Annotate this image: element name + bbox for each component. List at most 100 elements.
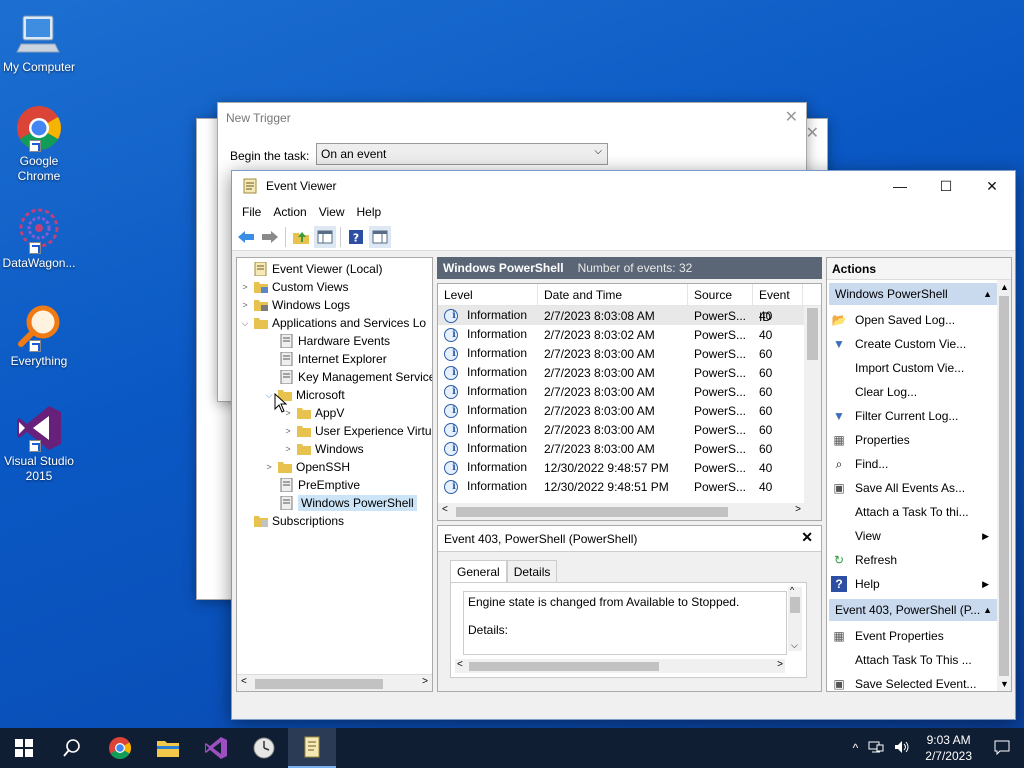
forward-button[interactable] bbox=[259, 226, 281, 248]
taskbar-file-explorer[interactable] bbox=[144, 728, 192, 768]
action-item[interactable]: View ▶ bbox=[827, 524, 995, 548]
close-button[interactable]: ✕ bbox=[969, 171, 1015, 201]
close-icon[interactable]: ✕ bbox=[785, 103, 798, 133]
vertical-scrollbar[interactable]: ▲ ▼ bbox=[997, 280, 1011, 691]
table-row[interactable]: i Information 2/7/2023 8:03:00 AM PowerS...… bbox=[438, 420, 821, 439]
table-row[interactable]: i Information 2/7/2023 8:03:00 AM PowerS...… bbox=[438, 344, 821, 363]
action-item[interactable]: ↻ Refresh bbox=[827, 548, 995, 572]
column-date-time[interactable]: Date and Time bbox=[538, 284, 688, 306]
tree-item-root[interactable]: Event Viewer (Local) bbox=[237, 260, 432, 278]
action-item[interactable]: Attach Task To This ... bbox=[827, 648, 995, 672]
tree-item-openssh[interactable]: > OpenSSH bbox=[237, 458, 432, 476]
scroll-thumb[interactable] bbox=[790, 597, 800, 613]
table-row[interactable]: i Information 2/7/2023 8:03:02 AM PowerS...… bbox=[438, 325, 821, 344]
vertical-scrollbar[interactable]: ^ ⌵ bbox=[788, 585, 802, 651]
actions-section-event[interactable]: Event 403, PowerShell (P... ▲ bbox=[829, 599, 997, 621]
show-action-pane-button[interactable] bbox=[369, 225, 391, 248]
menu-action[interactable]: Action bbox=[267, 205, 312, 219]
scroll-right-icon[interactable]: > bbox=[795, 504, 801, 515]
close-icon[interactable]: ✕ bbox=[801, 529, 813, 546]
table-row[interactable]: i Information 2/7/2023 8:03:00 AM PowerS...… bbox=[438, 401, 821, 420]
vertical-scrollbar[interactable] bbox=[804, 306, 821, 503]
menu-help[interactable]: Help bbox=[351, 205, 388, 219]
menu-view[interactable]: View bbox=[313, 205, 351, 219]
scroll-up-icon[interactable]: ^ bbox=[790, 585, 794, 595]
tree-item-appv[interactable]: > AppV bbox=[237, 404, 432, 422]
action-item[interactable]: ⌕ Find... bbox=[827, 452, 995, 476]
chevron-right-icon[interactable]: > bbox=[282, 426, 294, 436]
back-button[interactable] bbox=[235, 226, 257, 248]
table-row[interactable]: i Information 12/30/2022 9:48:51 PM PowerS.… bbox=[438, 477, 821, 496]
tree-item-preemptive[interactable]: PreEmptive bbox=[237, 476, 432, 494]
chevron-right-icon[interactable]: > bbox=[263, 462, 275, 472]
taskbar-task-scheduler[interactable] bbox=[240, 728, 288, 768]
action-item[interactable]: ▦ Event Properties bbox=[827, 624, 995, 648]
scroll-left-icon[interactable]: < bbox=[457, 659, 463, 670]
table-row[interactable]: i Information 12/30/2022 9:48:57 PM PowerS.… bbox=[438, 458, 821, 477]
speaker-icon[interactable] bbox=[889, 740, 915, 757]
clock[interactable]: 9:03 AM 2/7/2023 bbox=[915, 732, 982, 764]
chevron-right-icon[interactable]: > bbox=[239, 300, 251, 310]
maximize-button[interactable]: ☐ bbox=[923, 171, 969, 201]
collapse-icon[interactable]: ▲ bbox=[983, 599, 992, 621]
column-level[interactable]: Level bbox=[438, 284, 538, 306]
table-row[interactable]: i Information 2/7/2023 8:03:08 AM PowerS...… bbox=[438, 306, 821, 325]
action-item[interactable]: ▣ Save All Events As... bbox=[827, 476, 995, 500]
desktop-icon-google-chrome[interactable]: Google Chrome bbox=[0, 104, 78, 184]
desktop-icon-my-computer[interactable]: My Computer bbox=[0, 10, 78, 75]
scroll-left-icon[interactable]: < bbox=[241, 676, 247, 687]
chevron-right-icon[interactable]: > bbox=[239, 282, 251, 292]
tree-item-apps-services[interactable]: ⌵ Applications and Services Lo bbox=[237, 314, 432, 332]
desktop-icon-visual-studio[interactable]: Visual Studio 2015 bbox=[0, 404, 78, 484]
tree-item-hardware-events[interactable]: Hardware Events bbox=[237, 332, 432, 350]
scroll-thumb[interactable] bbox=[255, 679, 383, 689]
taskbar-visual-studio[interactable] bbox=[192, 728, 240, 768]
tree-item-windows-logs[interactable]: > Windows Logs bbox=[237, 296, 432, 314]
action-item[interactable]: ▼ Create Custom Vie... bbox=[827, 332, 995, 356]
action-item[interactable]: ▼ Filter Current Log... bbox=[827, 404, 995, 428]
desktop-icon-datawagon[interactable]: DataWagon... bbox=[0, 206, 78, 271]
table-row[interactable]: i Information 2/7/2023 8:03:00 AM PowerS...… bbox=[438, 363, 821, 382]
action-item[interactable]: Attach a Task To thi... bbox=[827, 500, 995, 524]
horizontal-scrollbar[interactable]: < > bbox=[237, 674, 432, 691]
tree-item-microsoft[interactable]: ⌵ Microsoft bbox=[237, 386, 432, 404]
taskbar-chrome[interactable] bbox=[96, 728, 144, 768]
column-source[interactable]: Source bbox=[688, 284, 753, 306]
horizontal-scrollbar[interactable]: < > bbox=[438, 503, 821, 520]
action-item[interactable]: Clear Log... bbox=[827, 380, 995, 404]
scroll-down-icon[interactable]: ⌵ bbox=[791, 640, 798, 651]
tree-item-internet-explorer[interactable]: Internet Explorer bbox=[237, 350, 432, 368]
column-event-id[interactable]: Event ID bbox=[753, 284, 803, 324]
network-icon[interactable] bbox=[863, 740, 889, 757]
scroll-thumb[interactable] bbox=[469, 662, 659, 671]
scroll-up-icon[interactable]: ▲ bbox=[1000, 282, 1009, 292]
action-item[interactable]: ▣ Save Selected Event... bbox=[827, 672, 995, 691]
action-item[interactable]: Import Custom Vie... bbox=[827, 356, 995, 380]
table-row[interactable]: i Information 2/7/2023 8:03:00 AM PowerS...… bbox=[438, 439, 821, 458]
collapse-icon[interactable]: ▲ bbox=[983, 283, 992, 305]
taskbar-event-viewer[interactable] bbox=[288, 728, 336, 768]
tree-item-key-management[interactable]: Key Management Service bbox=[237, 368, 432, 386]
begin-task-select[interactable]: On an event ⌵ bbox=[316, 143, 608, 165]
help-button[interactable]: ? bbox=[345, 226, 367, 248]
table-row[interactable]: i Information 2/7/2023 8:03:00 AM PowerS...… bbox=[438, 382, 821, 401]
scroll-down-icon[interactable]: ▼ bbox=[1000, 679, 1009, 689]
tree-item-windows-powershell[interactable]: Windows PowerShell bbox=[237, 494, 432, 512]
chevron-up-icon[interactable]: ^ bbox=[848, 741, 864, 755]
tree-item-windows[interactable]: > Windows bbox=[237, 440, 432, 458]
tree-item-user-experience[interactable]: > User Experience Virtu bbox=[237, 422, 432, 440]
chevron-down-icon[interactable]: ⌵ bbox=[239, 318, 251, 329]
actions-section-log[interactable]: Windows PowerShell ▲ bbox=[829, 283, 997, 305]
minimize-button[interactable]: — bbox=[877, 171, 923, 201]
show-hide-tree-button[interactable] bbox=[314, 225, 336, 248]
up-folder-button[interactable] bbox=[290, 226, 312, 248]
desktop-icon-everything[interactable]: Everything bbox=[0, 304, 78, 369]
scroll-thumb[interactable] bbox=[456, 507, 728, 517]
horizontal-scrollbar[interactable]: < > bbox=[455, 659, 785, 673]
action-item[interactable]: ▦ Properties bbox=[827, 428, 995, 452]
tab-details[interactable]: Details bbox=[506, 560, 558, 583]
close-icon[interactable]: ✕ bbox=[806, 119, 819, 149]
chevron-right-icon[interactable]: > bbox=[282, 444, 294, 454]
search-button[interactable] bbox=[48, 728, 96, 768]
tree-item-custom-views[interactable]: > Custom Views bbox=[237, 278, 432, 296]
